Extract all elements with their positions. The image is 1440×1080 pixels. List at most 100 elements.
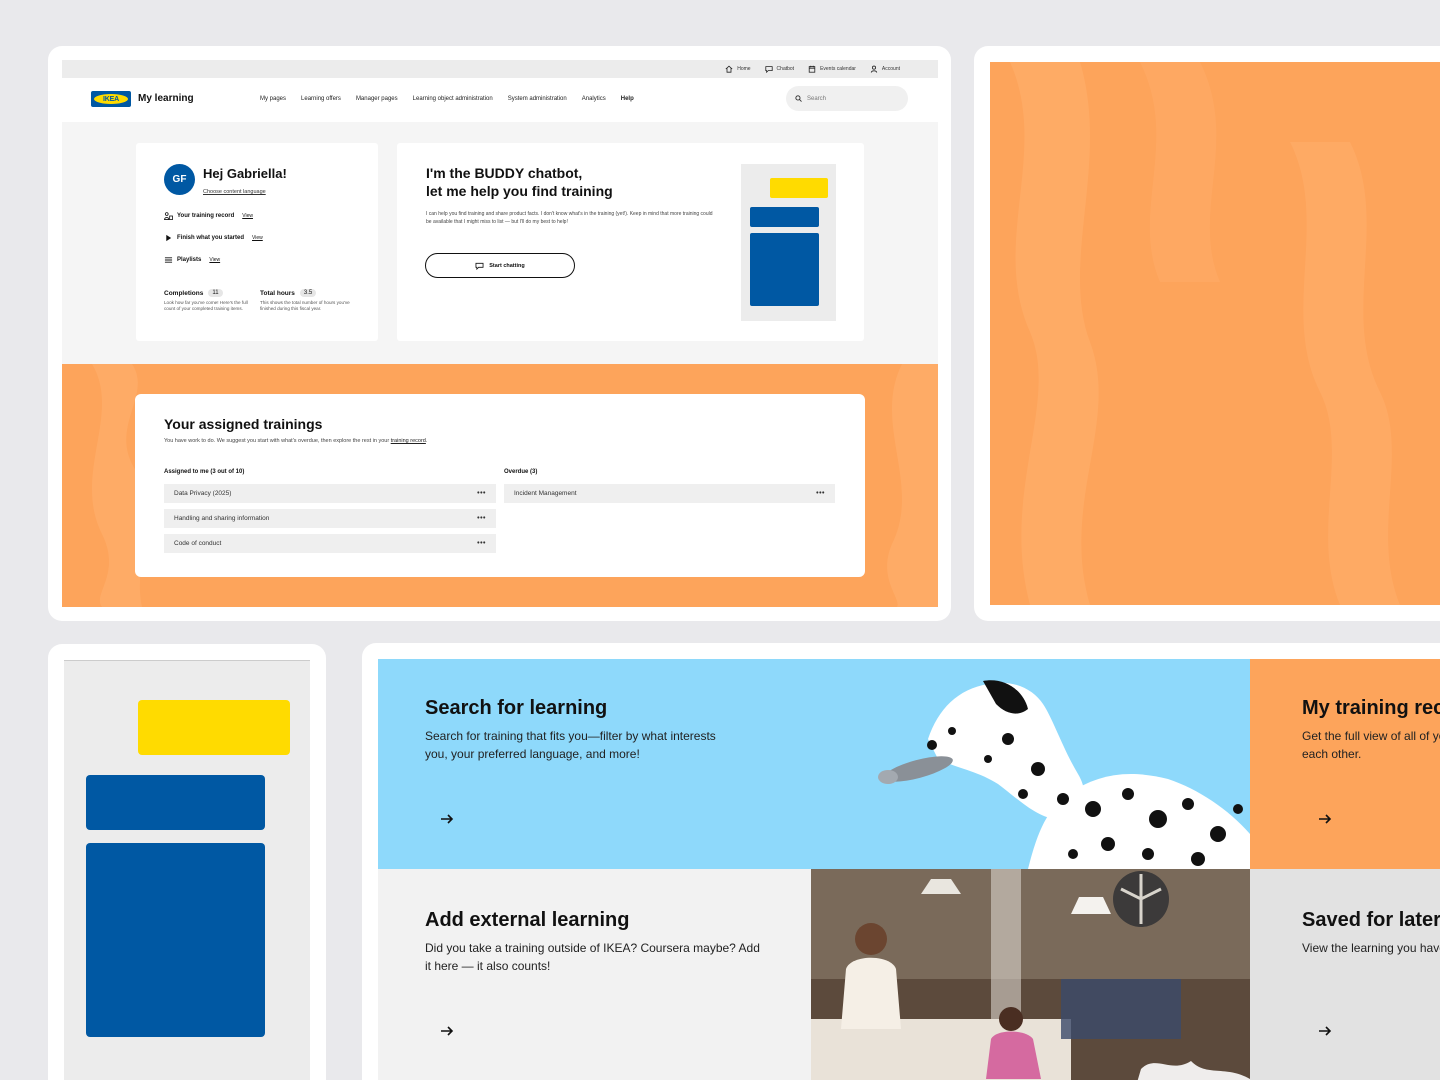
training-name: Handling and sharing information bbox=[174, 515, 270, 522]
welcome-card: GF Hej Gabriella! Choose content languag… bbox=[136, 143, 378, 341]
util-home[interactable]: Home bbox=[725, 65, 751, 73]
illustration-blue-block bbox=[86, 843, 265, 1037]
completions-label: Completions bbox=[164, 289, 204, 297]
record-tile-title: My training record bbox=[1302, 697, 1440, 719]
buddy-chatbot-card: I'm the BUDDY chatbot, let me help you f… bbox=[397, 143, 864, 341]
nav-system-admin[interactable]: System administration bbox=[508, 96, 567, 102]
external-learning-tile[interactable]: Add external learning Did you take a tra… bbox=[378, 869, 1250, 1080]
main-preview-card: Home Chatbot Events calendar Account IKE… bbox=[48, 46, 951, 621]
nav-analytics[interactable]: Analytics bbox=[582, 96, 606, 102]
illustration-blue-bar bbox=[750, 207, 819, 227]
home-icon bbox=[725, 65, 733, 73]
hours-label: Total hours bbox=[260, 289, 295, 297]
saved-tile-title: Saved for later bbox=[1302, 909, 1440, 931]
start-chatting-button[interactable]: Start chatting bbox=[425, 253, 575, 278]
more-options-icon[interactable]: ••• bbox=[816, 490, 825, 497]
external-tile-desc: Did you take a training outside of IKEA?… bbox=[425, 941, 760, 973]
util-home-label: Home bbox=[737, 66, 751, 72]
nav-learning-object-admin[interactable]: Learning object administration bbox=[413, 96, 493, 102]
buddy-desc: I can help you find training and share p… bbox=[426, 211, 713, 225]
hours-count: 3.5 bbox=[299, 289, 317, 297]
training-record-link[interactable]: training record bbox=[391, 438, 426, 444]
finish-started-view-link[interactable]: View bbox=[252, 235, 263, 241]
util-chatbot[interactable]: Chatbot bbox=[764, 65, 795, 73]
arrow-right-icon[interactable] bbox=[1317, 1023, 1333, 1039]
buddy-title-line1: I'm the BUDDY chatbot, bbox=[426, 165, 583, 181]
external-tile-title: Add external learning bbox=[425, 909, 630, 931]
completions-stat: Completions 11 Look how far you've come! … bbox=[164, 289, 254, 312]
playlists-label: Playlists bbox=[177, 257, 202, 263]
illustration-yellow-block bbox=[138, 700, 290, 755]
training-record-row: Your training record View bbox=[164, 212, 253, 220]
playlists-row: Playlists View bbox=[164, 256, 220, 264]
util-chatbot-label: Chatbot bbox=[776, 66, 795, 72]
play-icon bbox=[166, 234, 172, 242]
training-name: Code of conduct bbox=[174, 540, 222, 547]
completions-count: 11 bbox=[208, 289, 223, 297]
search-learning-tile[interactable]: Search for learning Search for training … bbox=[378, 659, 1250, 869]
arrow-right-icon[interactable] bbox=[439, 1023, 455, 1039]
search-tile-title: Search for learning bbox=[425, 697, 608, 719]
ikea-logo[interactable]: IKEA bbox=[91, 91, 131, 107]
choose-language-link[interactable]: Choose content language bbox=[203, 189, 266, 195]
brand-title[interactable]: My learning bbox=[138, 93, 194, 104]
search-tile-desc: Search for training that fits you—filter… bbox=[425, 729, 716, 761]
user-icon bbox=[870, 65, 878, 73]
greeting: Hej Gabriella! bbox=[203, 166, 287, 181]
nav-my-pages[interactable]: My pages bbox=[260, 96, 286, 102]
util-events[interactable]: Events calendar bbox=[808, 65, 856, 73]
people-studying-photo bbox=[811, 869, 1250, 1080]
playlists-view-link[interactable]: View bbox=[209, 257, 220, 263]
util-account[interactable]: Account bbox=[870, 65, 900, 73]
saved-tile-desc: View the learning you have saved. bbox=[1302, 941, 1440, 955]
feature-tiles-card: Search for learning Search for training … bbox=[362, 643, 1440, 1080]
more-options-icon[interactable]: ••• bbox=[477, 490, 486, 497]
assigned-desc-suffix: . bbox=[425, 438, 428, 444]
ikea-logo-text: IKEA bbox=[94, 94, 128, 104]
training-row[interactable]: Data Privacy (2025) ••• bbox=[164, 484, 496, 503]
training-row[interactable]: Code of conduct ••• bbox=[164, 534, 496, 553]
training-row[interactable]: Handling and sharing information ••• bbox=[164, 509, 496, 528]
finish-started-row: Finish what you started View bbox=[164, 234, 263, 242]
more-options-icon[interactable]: ••• bbox=[477, 515, 486, 522]
illustration-preview-card bbox=[48, 644, 326, 1080]
nav-help[interactable]: Help bbox=[621, 96, 634, 102]
pattern-preview-card bbox=[974, 46, 1440, 621]
illustration-blue-block bbox=[750, 233, 819, 306]
training-record-tile[interactable]: My training record Get the full view of … bbox=[1250, 659, 1440, 869]
illustration-yellow-block bbox=[770, 178, 828, 198]
more-options-icon[interactable]: ••• bbox=[477, 540, 486, 547]
avatar[interactable]: GF bbox=[164, 164, 195, 195]
assigned-title: Your assigned trainings bbox=[164, 416, 323, 432]
assigned-desc-text: You have work to do. We suggest you star… bbox=[164, 438, 391, 444]
search-placeholder: Search bbox=[807, 95, 827, 102]
overdue-header: Overdue (3) bbox=[504, 469, 538, 475]
overdue-row[interactable]: Incident Management ••• bbox=[504, 484, 835, 503]
list-icon bbox=[164, 257, 173, 263]
arrow-right-icon[interactable] bbox=[439, 811, 455, 827]
arrow-right-icon[interactable] bbox=[1317, 811, 1333, 827]
illustration-blue-bar bbox=[86, 775, 265, 830]
assigned-trainings-card: Your assigned trainings You have work to… bbox=[135, 394, 865, 577]
utility-bar: Home Chatbot Events calendar Account bbox=[62, 60, 938, 78]
buddy-title: I'm the BUDDY chatbot, let me help you f… bbox=[426, 165, 686, 200]
util-events-label: Events calendar bbox=[820, 66, 856, 72]
training-record-view-link[interactable]: View bbox=[242, 213, 253, 219]
completions-desc: Look how far you've come! Here's the ful… bbox=[164, 300, 248, 312]
total-hours-stat: Total hours 3.5 This shows the total numb… bbox=[260, 289, 350, 312]
nav-manager-pages[interactable]: Manager pages bbox=[356, 96, 398, 102]
saved-for-later-tile[interactable]: Saved for later View the learning you ha… bbox=[1250, 869, 1440, 1080]
training-record-label: Your training record bbox=[177, 213, 235, 219]
assigned-desc: You have work to do. We suggest you star… bbox=[164, 438, 427, 444]
record-tile-desc: Get the full view of all of your trainin… bbox=[1302, 729, 1440, 761]
illustration-panel bbox=[64, 660, 310, 1080]
my-learning-screen: Home Chatbot Events calendar Account IKE… bbox=[62, 60, 938, 607]
training-name: Data Privacy (2025) bbox=[174, 490, 232, 497]
search-input[interactable]: Search bbox=[786, 86, 908, 111]
buddy-title-line2: let me help you find training bbox=[426, 182, 613, 199]
training-name: Incident Management bbox=[514, 490, 577, 497]
nav-learning-offers[interactable]: Learning offers bbox=[301, 96, 341, 102]
people-icon bbox=[164, 212, 173, 220]
finish-started-label: Finish what you started bbox=[177, 235, 245, 241]
chat-icon bbox=[764, 66, 773, 73]
